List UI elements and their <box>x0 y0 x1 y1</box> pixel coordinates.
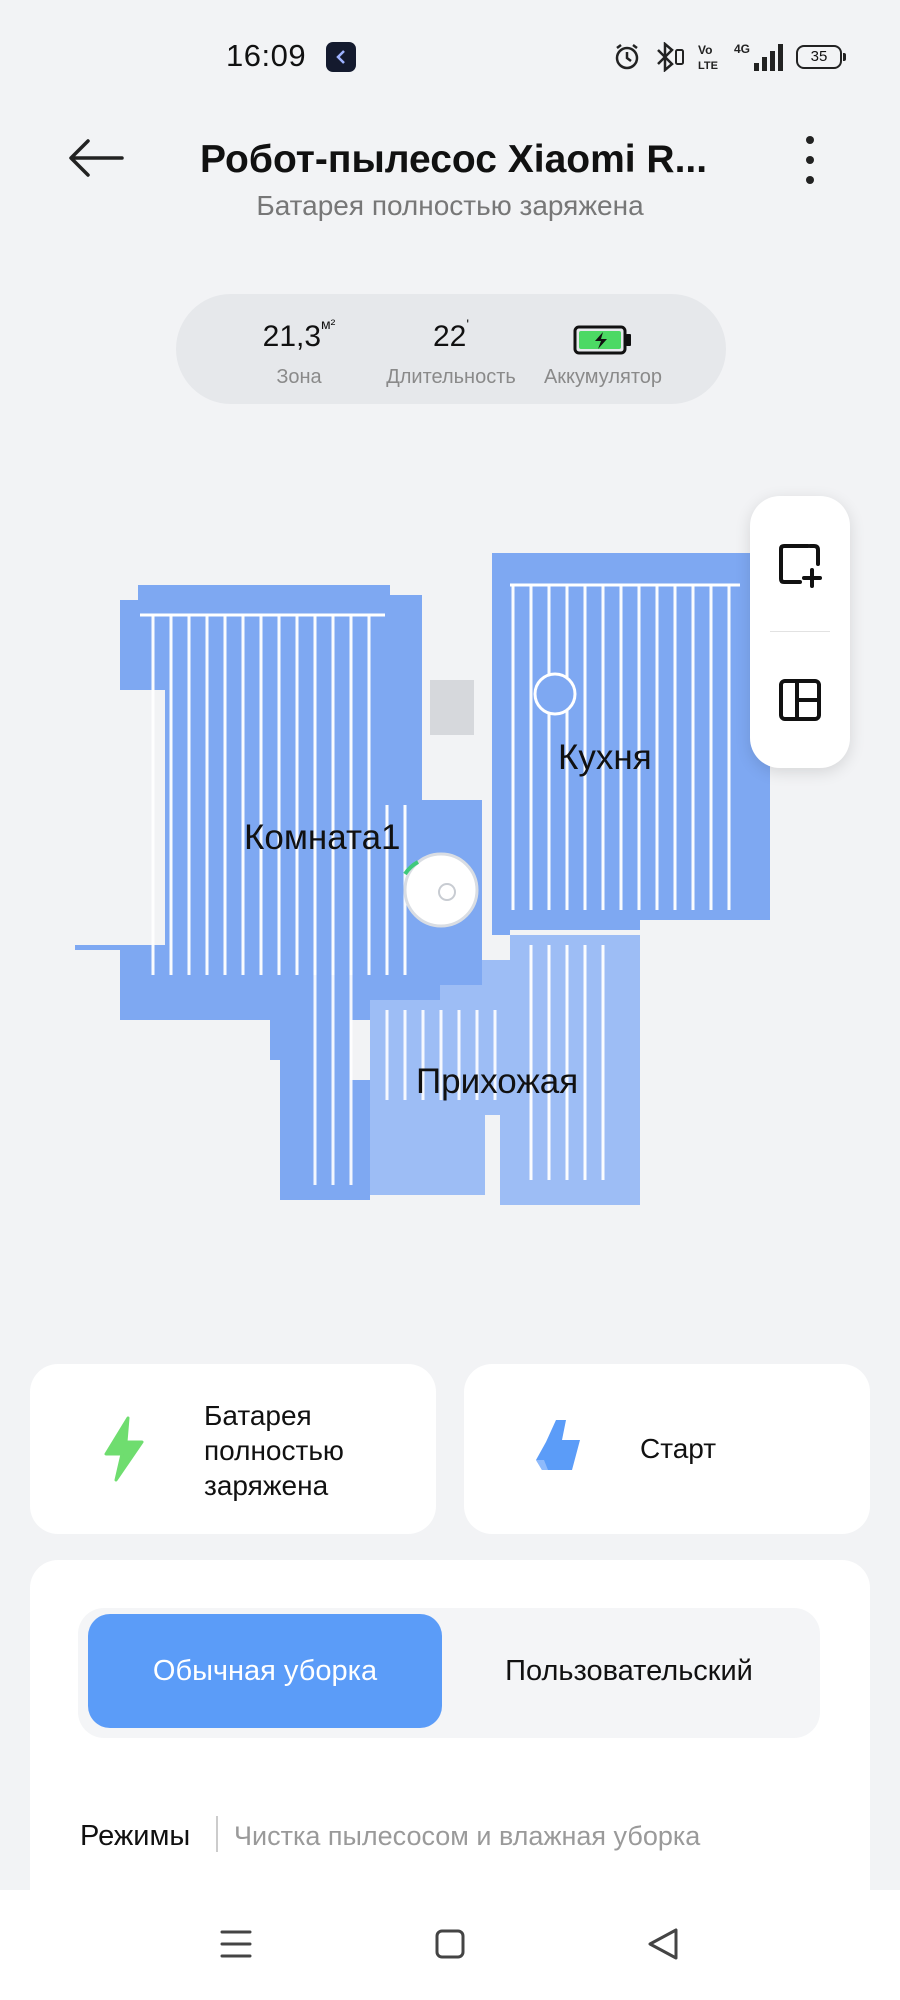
volte-icon: Vo LTE <box>698 43 718 72</box>
start-label: Старт <box>640 1433 717 1464</box>
more-button[interactable] <box>796 130 824 190</box>
stat-area: 21,3м² Зона <box>223 294 375 404</box>
status-icons: Vo LTE 4G 35 <box>612 40 846 74</box>
cleaning-stats: 21,3м² Зона 22' Длительность Аккумулятор <box>176 294 726 404</box>
back-triangle-icon <box>648 1928 678 1960</box>
status-time: 16:09 <box>226 38 307 73</box>
area-unit: м² <box>321 316 336 332</box>
nav-menu-button[interactable] <box>216 1924 256 1964</box>
system-nav-bar <box>0 1890 900 2000</box>
add-zone-icon <box>779 544 822 588</box>
battery-status-line3: заряжена <box>204 1470 329 1501</box>
back-button[interactable] <box>66 136 130 186</box>
svg-text:LTE: LTE <box>698 60 718 72</box>
app-notification-icon <box>326 42 356 72</box>
home-square-icon <box>435 1929 465 1959</box>
nav-home-button[interactable] <box>430 1924 470 1964</box>
menu-icon <box>220 1930 252 1958</box>
robot-vacuum-icon[interactable] <box>403 852 479 928</box>
svg-text:4G: 4G <box>734 42 750 56</box>
duration-value: 22 <box>432 320 467 353</box>
alarm-icon <box>615 44 639 70</box>
room-edit-button[interactable] <box>770 670 830 730</box>
nav-back-button[interactable] <box>644 1924 684 1964</box>
duration-label: Длительность <box>386 366 516 388</box>
room-label-prikhozhaya: Прихожая <box>416 1062 579 1101</box>
area-label: Зона <box>276 366 322 388</box>
area-value: 21,3 <box>262 320 322 353</box>
page-title: Робот-пылесос Xiaomi R... <box>200 138 708 181</box>
battery-status-text: Батарея полностью заряжена <box>204 1398 344 1503</box>
stat-battery: Аккумулятор <box>527 294 679 404</box>
modes-label: Режимы <box>80 1820 191 1852</box>
room-label-komnata1: Комната1 <box>244 818 401 857</box>
more-vertical-icon <box>806 136 814 184</box>
mode-normal-button[interactable]: Обычная уборка <box>88 1614 442 1728</box>
signal-icon: 4G <box>734 42 783 71</box>
map-tool-panel <box>750 496 850 768</box>
modes-value[interactable]: Чистка пылесосом и влажная уборка <box>234 1821 700 1852</box>
mode-custom-button[interactable]: Пользовательский <box>448 1614 810 1728</box>
battery-status-line2: полностью <box>204 1435 344 1466</box>
page-subtitle: Батарея полностью заряжена <box>256 190 644 221</box>
vacuum-brush-icon <box>536 1420 580 1470</box>
stat-duration: 22' Длительность <box>375 294 527 404</box>
lightning-icon <box>104 1416 144 1482</box>
add-zone-button[interactable] <box>770 534 830 594</box>
status-battery-icon: 35 <box>796 45 846 69</box>
room-label-kukhnya: Кухня <box>558 738 652 777</box>
modes-separator <box>216 1816 218 1852</box>
arrow-left-icon <box>69 139 124 177</box>
battery-label: Аккумулятор <box>543 366 663 388</box>
battery-status-line1: Батарея <box>204 1400 312 1431</box>
room-layout-icon <box>779 679 821 721</box>
battery-full-icon <box>573 325 631 355</box>
cleaning-mode-toggle: Обычная уборка Пользовательский <box>78 1608 820 1738</box>
duration-unit: ' <box>466 316 470 332</box>
battery-status-card[interactable]: Батарея полностью заряжена <box>30 1364 436 1534</box>
start-card[interactable]: Старт <box>464 1364 870 1534</box>
svg-text:Vo: Vo <box>698 43 712 57</box>
bluetooth-icon <box>657 42 684 72</box>
status-bar: 16:09 Vo LTE 4G 35 <box>0 0 900 110</box>
map-obstacle <box>430 680 474 735</box>
tool-divider <box>770 631 830 632</box>
